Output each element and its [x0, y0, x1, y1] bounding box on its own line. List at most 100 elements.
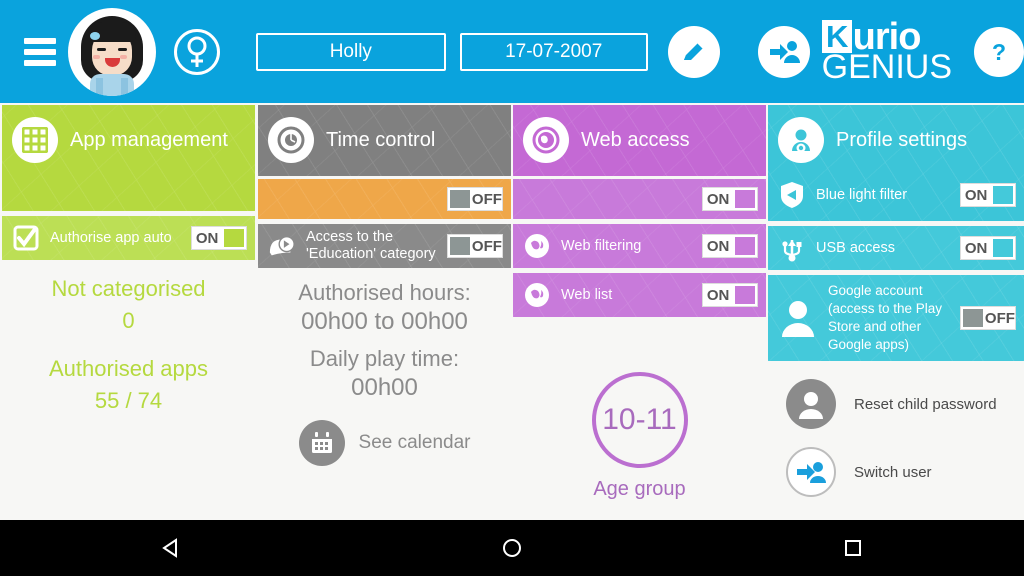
- kurio-genius-parent-dashboard: Holly 17-07-2007 K urio GENIUS ? App man…: [0, 0, 1024, 576]
- toggle-google-account[interactable]: OFF: [960, 306, 1016, 330]
- column-app-management: App management Authorise app auto ON Not…: [2, 105, 255, 414]
- switch-user-icon: [786, 447, 836, 497]
- globe-icon: [523, 281, 551, 309]
- row-usb-access[interactable]: USB access ON: [768, 226, 1024, 270]
- toggle-web-access-master[interactable]: ON: [702, 187, 758, 211]
- grid-apps-icon: [12, 117, 58, 163]
- column-time-control: Time control OFF Access to the 'Educatio…: [258, 105, 511, 466]
- age-group-value: 10-11: [591, 372, 688, 468]
- row-education-category[interactable]: Access to the 'Education' category OFF: [258, 224, 511, 268]
- card-profile-settings[interactable]: Profile settings Blue light filter ON: [768, 105, 1024, 221]
- kurio-genius-logo: K urio GENIUS: [821, 18, 952, 87]
- toggle-usb-access[interactable]: ON: [960, 236, 1016, 260]
- age-group-label: Age group: [593, 478, 686, 500]
- label-google-account: Google account (access to the Play Store…: [828, 282, 950, 355]
- value-authorised-apps: 55 / 74: [94, 388, 163, 413]
- row-blue-light-filter[interactable]: Blue light filter ON: [768, 175, 1024, 215]
- toggle-knob: [735, 190, 755, 208]
- switch-user-icon[interactable]: [757, 25, 810, 78]
- child-name-input[interactable]: Holly: [255, 32, 446, 71]
- label-authorise-app-auto: Authorise app auto: [50, 229, 172, 246]
- value-daily-play-time: 00h00: [351, 374, 418, 401]
- card-time-control[interactable]: Time control: [258, 105, 511, 176]
- child-avatar[interactable]: [67, 7, 156, 96]
- time-control-detail: Authorised hours: 00h00 to 00h00 Daily p…: [258, 268, 511, 466]
- column-profile-settings: Profile settings Blue light filter ON US…: [768, 105, 1024, 497]
- toggle-knob: [450, 190, 470, 208]
- toggle-knob: [450, 237, 470, 255]
- google-line-2: (access to the Play: [828, 300, 943, 316]
- switch-user-button[interactable]: Switch user: [768, 447, 1024, 497]
- toggle-knob: [735, 237, 755, 255]
- see-calendar-button[interactable]: See calendar: [258, 420, 511, 466]
- toggle-label: OFF: [984, 309, 1015, 327]
- value-authorised-hours: 00h00 to 00h00: [301, 308, 468, 335]
- label-authorised-apps: Authorised apps: [49, 356, 208, 381]
- education-book-icon: [268, 232, 296, 260]
- toggle-knob: [224, 229, 244, 247]
- hamburger-menu-icon[interactable]: [24, 37, 56, 66]
- home-circle-icon[interactable]: [452, 537, 572, 559]
- row-authorise-app-auto[interactable]: Authorise app auto ON: [2, 216, 255, 260]
- app-header: Holly 17-07-2007 K urio GENIUS ?: [0, 0, 1024, 103]
- toggle-label: ON: [706, 237, 730, 255]
- recents-square-icon[interactable]: [793, 537, 913, 559]
- toggle-knob: [735, 286, 755, 304]
- blue-light-shield-icon: [778, 181, 806, 209]
- back-triangle-icon[interactable]: [111, 537, 231, 559]
- row-web-access-master[interactable]: ON: [513, 179, 766, 219]
- reset-child-password-button[interactable]: Reset child password: [768, 379, 1024, 429]
- calendar-icon: [298, 420, 345, 466]
- label-authorised-hours: Authorised hours:: [298, 280, 471, 305]
- pencil-edit-icon[interactable]: [667, 25, 720, 78]
- birth-date-value: 17-07-2007: [505, 40, 603, 62]
- label-see-calendar: See calendar: [358, 432, 471, 453]
- dashboard-columns: App management Authorise app auto ON Not…: [0, 105, 1024, 520]
- google-line-1: Google account: [828, 282, 923, 298]
- row-time-control-master[interactable]: OFF: [258, 179, 511, 219]
- usb-icon: [778, 234, 806, 262]
- toggle-knob: [963, 309, 983, 327]
- birth-date-input[interactable]: 17-07-2007: [459, 32, 648, 71]
- person-gear-icon: [778, 117, 824, 163]
- toggle-label: ON: [964, 239, 988, 257]
- toggle-web-filtering[interactable]: ON: [702, 234, 758, 258]
- toggle-knob: [993, 186, 1013, 204]
- toggle-web-list[interactable]: ON: [702, 283, 758, 307]
- card-app-management[interactable]: App management: [2, 105, 255, 211]
- toggle-education-category[interactable]: OFF: [447, 234, 503, 258]
- card-title-web-access: Web access: [581, 128, 690, 151]
- toggle-label: OFF: [471, 190, 502, 208]
- label-daily-play-time: Daily play time:: [309, 346, 460, 371]
- toggle-blue-light-filter[interactable]: ON: [960, 183, 1016, 207]
- android-navigation-bar: [0, 520, 1024, 576]
- clock-icon: [268, 117, 314, 163]
- toggle-knob: [993, 239, 1013, 257]
- card-title-app-management: App management: [70, 128, 228, 151]
- row-web-filtering[interactable]: Web filtering ON: [513, 224, 766, 268]
- toggle-label: ON: [964, 186, 988, 204]
- row-web-list[interactable]: Web list ON: [513, 273, 766, 317]
- label-web-list: Web list: [561, 286, 613, 303]
- label-line-1: Access to the: [306, 229, 394, 246]
- female-gender-icon[interactable]: [173, 28, 220, 75]
- app-management-summary: Not categorised 0 Authorised apps 55 / 7…: [2, 260, 255, 414]
- google-line-3: Store and other: [828, 319, 922, 334]
- row-google-account[interactable]: Google account (access to the Play Store…: [768, 275, 1024, 361]
- label-switch-user: Switch user: [854, 463, 932, 481]
- card-web-access[interactable]: Web access: [513, 105, 766, 176]
- label-line-2: 'Education' category: [306, 246, 436, 262]
- toggle-authorise-app-auto[interactable]: ON: [191, 226, 247, 250]
- logo-genius-text: GENIUS: [821, 48, 952, 87]
- google-line-4: Google apps): [828, 337, 910, 353]
- toggle-time-control-master[interactable]: OFF: [447, 187, 503, 211]
- label-education-category: Access to the 'Education' category: [306, 229, 437, 262]
- label-web-filtering: Web filtering: [561, 237, 642, 254]
- value-not-categorised: 0: [122, 308, 135, 333]
- question-mark-help-icon[interactable]: ?: [974, 26, 1024, 77]
- person-icon: [778, 296, 818, 340]
- card-title-profile-settings: Profile settings: [836, 128, 968, 151]
- globe-icon: [523, 117, 569, 163]
- person-avatar-icon: [786, 379, 836, 429]
- age-group-widget[interactable]: 10-11 Age group: [513, 372, 766, 501]
